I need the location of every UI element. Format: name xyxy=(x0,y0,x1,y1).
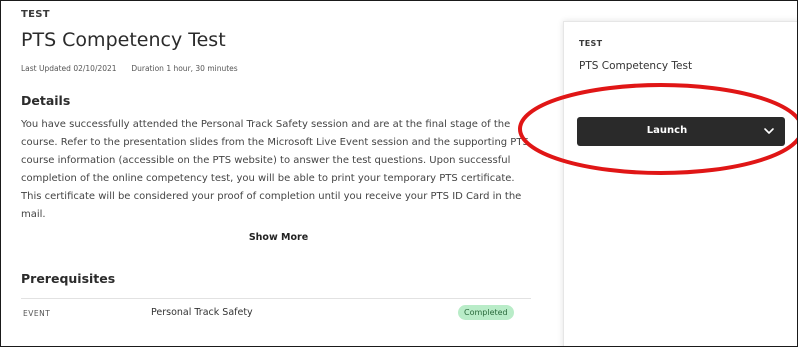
duration-value: 1 hour, 30 minutes xyxy=(166,64,238,73)
launch-button-label: Launch xyxy=(646,125,688,136)
prerequisite-type: EVENT xyxy=(23,309,51,318)
prerequisite-name[interactable]: Personal Track Safety xyxy=(151,307,253,318)
duration-label: Duration xyxy=(131,64,164,73)
launch-panel: TEST PTS Competency Test Launch xyxy=(563,21,797,346)
last-updated-value: 02/10/2021 xyxy=(73,64,117,73)
status-badge: Completed xyxy=(458,305,514,320)
panel-type-label: TEST xyxy=(579,39,603,48)
content-type-label: TEST xyxy=(21,9,50,20)
details-heading: Details xyxy=(21,93,71,108)
prerequisite-row[interactable]: EVENT Personal Track Safety Completed xyxy=(21,299,531,325)
panel-title: PTS Competency Test xyxy=(579,60,693,72)
last-updated-label: Last Updated xyxy=(21,64,71,73)
meta-info: Last Updated 02/10/2021 Duration 1 hour,… xyxy=(21,64,536,73)
main-content: TEST PTS Competency Test Last Updated 02… xyxy=(21,9,536,325)
chevron-down-icon[interactable] xyxy=(763,126,775,136)
page-frame: TEST PTS Competency Test Last Updated 02… xyxy=(0,0,798,347)
show-more-link[interactable]: Show More xyxy=(21,232,536,243)
launch-button[interactable]: Launch xyxy=(577,117,785,146)
page-title: PTS Competency Test xyxy=(21,29,226,51)
prerequisites-heading: Prerequisites xyxy=(21,271,116,286)
details-text: You have successfully attended the Perso… xyxy=(21,119,529,220)
